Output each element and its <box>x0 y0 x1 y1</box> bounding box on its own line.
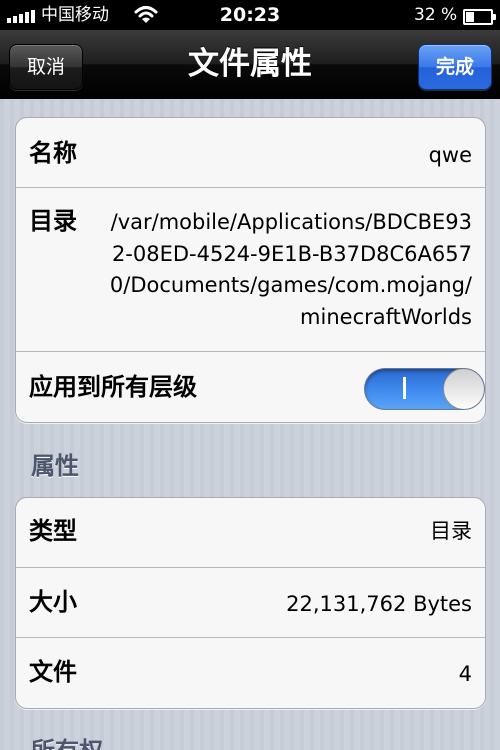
type-row: 类型 目录 <box>16 498 485 568</box>
apply-all-levels-label: 应用到所有层级 <box>29 373 197 401</box>
toggle-on-indicator <box>403 377 406 399</box>
name-row[interactable]: 名称 qwe <box>16 118 485 188</box>
apply-all-levels-toggle[interactable] <box>364 368 485 410</box>
files-row: 文件 4 <box>16 638 485 708</box>
type-value: 目录 <box>430 519 472 543</box>
battery-percent: 32 % <box>414 5 458 25</box>
screen: 中国移动 20:23 32 % 取消 文件属性 完成 名称 qwe 目录 /va… <box>0 0 500 750</box>
navigation-bar: 取消 文件属性 完成 <box>0 30 500 99</box>
directory-label: 目录 <box>29 207 77 235</box>
name-value: qwe <box>428 143 472 167</box>
battery-level <box>466 12 474 22</box>
attributes-group: 类型 目录 大小 22,131,762 Bytes 文件 4 <box>15 497 486 709</box>
apply-all-levels-row: 应用到所有层级 <box>16 352 485 422</box>
size-value: 22,131,762 Bytes <box>286 592 472 616</box>
ownership-section-header: 所有权 <box>31 736 103 750</box>
name-label: 名称 <box>29 139 77 167</box>
size-row: 大小 22,131,762 Bytes <box>16 568 485 638</box>
attributes-section-header: 属性 <box>31 452 79 480</box>
general-group: 名称 qwe 目录 /var/mobile/Applications/BDCBE… <box>15 117 486 423</box>
files-label: 文件 <box>29 658 77 686</box>
type-label: 类型 <box>29 517 77 545</box>
directory-path: /var/mobile/Applications/BDCBE932-08ED-4… <box>109 210 472 329</box>
toggle-knob[interactable] <box>443 369 484 409</box>
status-bar: 中国移动 20:23 32 % <box>0 0 500 30</box>
files-value: 4 <box>458 662 472 686</box>
done-button[interactable]: 完成 <box>418 44 492 90</box>
battery-icon <box>463 9 496 25</box>
directory-row: 目录 /var/mobile/Applications/BDCBE932-08E… <box>16 188 485 352</box>
size-label: 大小 <box>29 588 77 616</box>
